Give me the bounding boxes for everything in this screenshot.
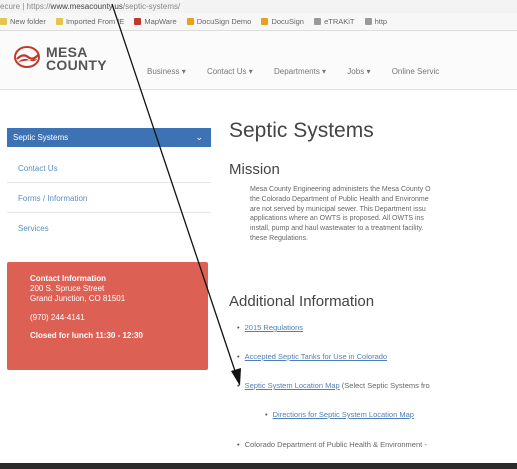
bookmark-new-folder[interactable]: New folder <box>0 13 46 30</box>
mission-paragraph: Mesa County Engineering administers the … <box>250 185 517 244</box>
link-directions-location-map[interactable]: Directions for Septic System Location Ma… <box>273 410 414 419</box>
bullet-icon: • <box>237 440 240 449</box>
contact-hours-note: Closed for lunch 11:30 - 12:30 <box>30 331 143 340</box>
docusign-icon <box>186 18 194 25</box>
bookmark-docusign[interactable]: DocuSign <box>261 13 304 30</box>
bookmark-mapware[interactable]: MapWare <box>134 13 177 30</box>
bookmarks-bar: New folder Imported From IE MapWare Docu… <box>0 13 517 31</box>
sidebar-active-label: Septic Systems <box>13 133 69 142</box>
folder-icon <box>55 18 63 25</box>
list-item: • Directions for Septic System Location M… <box>265 410 414 419</box>
sidebar-item-services[interactable]: Services <box>18 224 49 233</box>
mission-line: the Colorado Department of Public Health… <box>250 195 429 203</box>
logo-line-2: COUNTY <box>46 57 107 73</box>
page-icon <box>364 18 372 25</box>
additional-info-heading: Additional Information <box>229 293 375 310</box>
main-nav: Business ▾ Contact Us ▾ Departments ▾ Jo… <box>147 67 458 76</box>
site-header: MESA COUNTY Business ▾ Contact Us ▾ Depa… <box>0 31 517 90</box>
docusign-icon <box>261 18 269 25</box>
contact-street: 200 S. Spruce Street <box>30 284 105 293</box>
nav-business[interactable]: Business ▾ <box>147 67 186 76</box>
taskbar-edge <box>0 463 517 469</box>
sidebar-divider <box>7 212 211 213</box>
list-item: • 2015 Regulations <box>237 323 303 332</box>
link-2015-regulations[interactable]: 2015 Regulations <box>245 323 303 332</box>
sidebar-item-contact-us[interactable]: Contact Us <box>18 164 58 173</box>
nav-online-services[interactable]: Online Servic <box>392 67 440 76</box>
link-septic-location-map[interactable]: Septic System Location Map <box>245 381 340 390</box>
link-accepted-septic-tanks[interactable]: Accepted Septic Tanks for Use in Colorad… <box>245 352 387 361</box>
page-icon <box>314 18 322 25</box>
cdphe-item: Colorado Department of Public Health & E… <box>244 440 427 449</box>
nav-contact-us[interactable]: Contact Us ▾ <box>207 67 253 76</box>
address-prefix: ecure | https:// <box>0 2 51 11</box>
address-path: /septic-systems/ <box>122 2 181 11</box>
bullet-icon: • <box>237 323 240 332</box>
logo-text[interactable]: MESA COUNTY <box>46 45 107 73</box>
sidebar-divider <box>7 182 211 183</box>
bullet-icon: • <box>265 410 268 419</box>
bookmark-docusign-demo[interactable]: DocuSign Demo <box>186 13 251 30</box>
bookmark-http[interactable]: http <box>364 13 387 30</box>
bookmark-imported[interactable]: Imported From IE <box>55 13 124 30</box>
nav-departments[interactable]: Departments ▾ <box>274 67 326 76</box>
address-bar[interactable]: ecure | https://www.mesacounty.us/septic… <box>0 0 517 13</box>
contact-phone[interactable]: (970) 244-4141 <box>30 313 208 323</box>
mission-line: applications where an OWTS is proposed. … <box>250 215 424 223</box>
folder-icon <box>0 18 7 25</box>
bookmark-etrakit[interactable]: eTRAKiT <box>314 13 354 30</box>
address-domain: www.mesacounty.us <box>50 2 123 11</box>
list-item: • Colorado Department of Public Health & … <box>237 440 427 449</box>
nav-jobs[interactable]: Jobs ▾ <box>347 67 370 76</box>
list-item: • Accepted Septic Tanks for Use in Colora… <box>237 352 387 361</box>
mission-heading: Mission <box>229 161 280 178</box>
sidebar-active-section[interactable]: Septic Systems ⌄ <box>7 128 211 147</box>
bullet-icon: • <box>237 352 240 361</box>
mission-line: install, pump and haul wastewater to a t… <box>250 225 424 233</box>
sidebar-item-forms[interactable]: Forms / Information <box>18 194 87 203</box>
caret-down-icon: ▾ <box>181 67 186 76</box>
contact-city: Grand Junction, CO 81501 <box>30 294 126 303</box>
contact-info-box: Contact Information 200 S. Spruce Street… <box>7 262 208 370</box>
list-item: • Septic System Location Map (Select Sept… <box>237 381 430 390</box>
mapware-icon <box>134 18 142 25</box>
mission-line: Mesa County Engineering administers the … <box>250 186 431 193</box>
caret-down-icon: ▾ <box>322 67 327 76</box>
caret-down-icon: ▾ <box>366 67 371 76</box>
mesa-county-logo[interactable] <box>14 46 40 68</box>
chevron-down-icon[interactable]: ⌄ <box>195 128 203 147</box>
map-link-suffix: (Select Septic Systems fro <box>341 381 430 390</box>
mission-line: these Regulations. <box>250 234 308 242</box>
contact-title: Contact Information <box>30 274 106 283</box>
page-title: Septic Systems <box>229 119 374 142</box>
caret-down-icon: ▾ <box>248 67 253 76</box>
bullet-icon: • <box>237 381 240 390</box>
mission-line: are not served by municipal sewer. This … <box>250 205 426 213</box>
